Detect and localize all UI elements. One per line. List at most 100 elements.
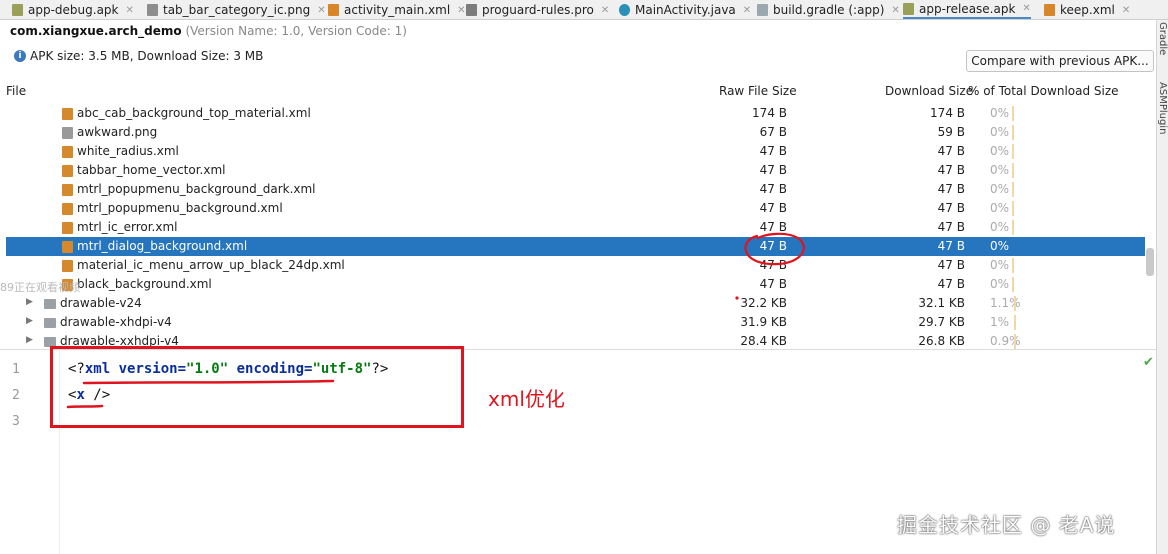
percent-bar — [1012, 163, 1014, 178]
tree-folder-row[interactable]: ▶ drawable-v24 32.2 KB 32.1 KB 1.1% — [6, 294, 1145, 313]
download-size: 47 B — [937, 220, 965, 234]
version-info: (Version Name: 1.0, Version Code: 1) — [185, 24, 407, 38]
info-icon: i — [14, 50, 26, 62]
watermark: 掘金技术社区 @ 老A说 — [897, 513, 1116, 537]
close-icon[interactable]: ✕ — [601, 5, 609, 16]
tab-app-debug-apk[interactable]: app-debug.apk ✕ — [12, 0, 134, 19]
raw-file-size: 28.4 KB — [740, 334, 787, 348]
close-icon[interactable]: ✕ — [317, 5, 325, 16]
file-name: mtrl_popupmenu_background.xml — [77, 201, 283, 215]
close-icon[interactable]: ✕ — [1022, 3, 1030, 14]
tab-label: activity_main.xml — [344, 3, 451, 17]
file-name: drawable-v24 — [60, 296, 142, 310]
percent-of-total: 0% — [990, 277, 1010, 291]
percent-bar — [1012, 201, 1014, 216]
annotation-box — [50, 346, 464, 428]
package-name: com.xiangxue.arch_demo — [10, 24, 182, 38]
tree-file-row[interactable]: awkward.png 67 B 59 B 0% — [6, 123, 1145, 142]
tab-activity-main[interactable]: activity_main.xml ✕ — [328, 0, 466, 19]
tab-label: app-release.apk — [919, 1, 1016, 16]
percent-bar — [1014, 296, 1016, 311]
raw-file-size: 47 B — [759, 277, 787, 291]
line-number: 2 — [12, 388, 20, 403]
download-size: 47 B — [937, 182, 965, 196]
tree-file-row[interactable]: material_ic_menu_arrow_up_black_24dp.xml… — [6, 256, 1145, 275]
tab-main-activity[interactable]: MainActivity.java ✕ — [619, 0, 751, 19]
percent-of-total: 0% — [990, 220, 1010, 234]
file-name: mtrl_dialog_background.xml — [77, 239, 248, 253]
compare-with-previous-apk-button[interactable]: Compare with previous APK... — [966, 50, 1154, 72]
apk-file-icon — [12, 4, 23, 16]
download-size: 47 B — [937, 277, 965, 291]
xml-file-icon — [62, 184, 73, 196]
download-size: 29.7 KB — [918, 315, 965, 329]
close-icon[interactable]: ✕ — [891, 5, 899, 16]
tab-label: app-debug.apk — [28, 3, 119, 17]
percent-of-total: 0% — [990, 163, 1010, 177]
gradle-file-icon — [757, 4, 768, 16]
expand-arrow-icon[interactable]: ▶ — [26, 316, 33, 326]
percent-of-total: 0% — [990, 239, 1010, 253]
apk-size-text: APK size: 3.5 MB, Download Size: 3 MB — [30, 49, 264, 63]
tab-tab-bar-category-ic[interactable]: tab_bar_category_ic.png ✕ — [147, 0, 326, 19]
tree-file-row[interactable]: white_radius.xml 47 B 47 B 0% — [6, 142, 1145, 161]
file-name: tabbar_home_vector.xml — [77, 163, 226, 177]
text-file-icon — [466, 4, 477, 16]
download-size: 174 B — [930, 106, 965, 120]
tab-label: build.gradle (:app) — [773, 3, 885, 17]
percent-bar — [1014, 315, 1016, 330]
raw-file-size: 67 B — [759, 125, 787, 139]
raw-file-size: 47 B — [759, 239, 787, 253]
close-icon[interactable]: ✕ — [743, 5, 751, 16]
file-name: abc_cab_background_top_material.xml — [77, 106, 311, 120]
tree-folder-row[interactable]: ▶ drawable-xhdpi-v4 31.9 KB 29.7 KB 1% — [6, 313, 1145, 332]
file-name: material_ic_menu_arrow_up_black_24dp.xml — [77, 258, 345, 272]
close-icon[interactable]: ✕ — [126, 5, 134, 16]
tab-build-gradle[interactable]: build.gradle (:app) ✕ — [757, 0, 900, 19]
raw-file-size: 47 B — [759, 220, 787, 234]
folder-icon — [44, 299, 56, 309]
file-name: mtrl_ic_error.xml — [77, 220, 178, 234]
tab-keep-xml[interactable]: keep.xml ✕ — [1044, 0, 1130, 19]
line-number: 1 — [12, 362, 20, 377]
tab-proguard-rules[interactable]: proguard-rules.pro ✕ — [466, 0, 609, 19]
percent-of-total: 0% — [990, 258, 1010, 272]
percent-bar — [1012, 106, 1014, 121]
xml-file-icon — [62, 203, 73, 215]
tab-label: MainActivity.java — [635, 3, 736, 17]
tab-app-release-apk[interactable]: app-release.apk ✕ — [903, 0, 1031, 19]
tree-file-row[interactable]: mtrl_popupmenu_background.xml 47 B 47 B 0% — [6, 199, 1145, 218]
tree-file-row[interactable]: black_background.xml 47 B 47 B 0% — [6, 275, 1145, 294]
side-panel-asmplugin[interactable]: ASMPlugin — [1157, 82, 1168, 134]
annotation-note: xml优化 — [488, 387, 565, 411]
file-name: drawable-xhdpi-v4 — [60, 315, 172, 329]
expand-arrow-icon[interactable]: ▶ — [26, 335, 33, 345]
raw-file-size: 47 B — [759, 201, 787, 215]
tree-file-row[interactable]: mtrl_popupmenu_background_dark.xml 47 B 47… — [6, 180, 1145, 199]
image-file-icon — [62, 127, 73, 139]
close-icon[interactable]: ✕ — [1122, 5, 1130, 16]
column-header-download-size[interactable]: Download Size — [885, 84, 973, 98]
close-icon[interactable]: ✕ — [457, 5, 465, 16]
percent-bar — [1012, 220, 1014, 235]
percent-of-total: 1% — [990, 315, 1010, 329]
download-size: 47 B — [937, 163, 965, 177]
line-number: 3 — [12, 414, 20, 429]
raw-file-size: 47 B — [759, 144, 787, 158]
percent-bar — [1012, 125, 1014, 140]
tree-file-row[interactable]: tabbar_home_vector.xml 47 B 47 B 0% — [6, 161, 1145, 180]
percent-bar — [1012, 182, 1014, 197]
column-header-raw-size[interactable]: Raw File Size — [719, 84, 797, 98]
file-name: white_radius.xml — [77, 144, 179, 158]
expand-arrow-icon[interactable]: ▶ — [26, 297, 33, 307]
tree-file-row[interactable]: abc_cab_background_top_material.xml 174 B… — [6, 104, 1145, 123]
xml-file-icon — [62, 108, 73, 120]
download-size: 47 B — [937, 239, 965, 253]
tree-file-row[interactable]: mtrl_ic_error.xml 47 B 47 B 0% — [6, 218, 1145, 237]
column-header-file[interactable]: File — [6, 84, 26, 98]
side-panel-gradle[interactable]: Gradle — [1157, 22, 1168, 55]
column-header-percent[interactable]: % of Total Download Size — [968, 84, 1119, 98]
tree-file-row[interactable]: mtrl_dialog_background.xml 47 B 47 B 0% — [6, 237, 1145, 256]
tree-scrollbar[interactable] — [1146, 248, 1154, 276]
download-size: 47 B — [937, 258, 965, 272]
